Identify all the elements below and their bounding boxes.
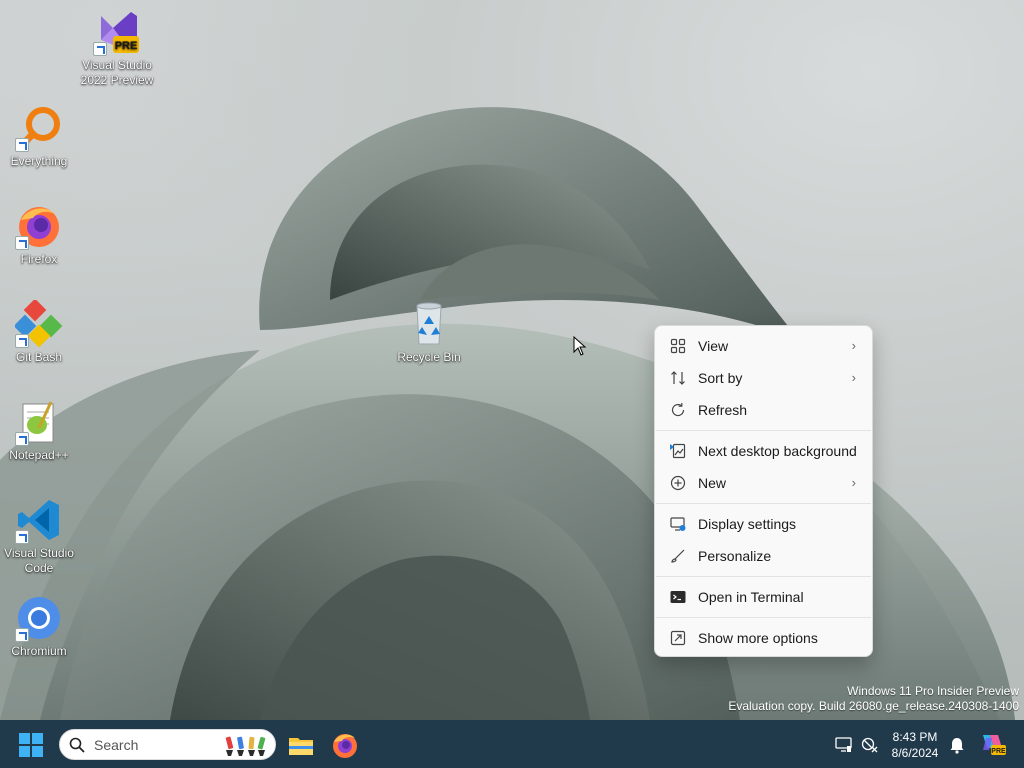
clock-time: 8:43 PM <box>892 730 938 744</box>
pre-badge-text: PRE <box>115 40 138 52</box>
display-settings-icon <box>669 516 687 532</box>
menu-item-label: Show more options <box>698 630 818 646</box>
search-placeholder: Search <box>94 737 139 753</box>
chevron-right-icon: › <box>851 338 856 353</box>
show-more-options-icon <box>669 630 687 646</box>
desktop-icon-label: Recycle Bin <box>397 350 461 364</box>
mouse-cursor-icon <box>573 336 587 356</box>
menu-item-view[interactable]: View › <box>655 330 872 362</box>
shortcut-arrow-icon <box>15 530 29 544</box>
desktop-icon-label: Git Bash <box>15 350 63 364</box>
menu-item-label: New <box>698 475 727 491</box>
taskbar-firefox[interactable] <box>331 731 359 759</box>
menu-separator <box>656 617 871 618</box>
menu-item-personalize[interactable]: Personalize <box>655 540 872 572</box>
menu-item-label: Open in Terminal <box>698 589 804 605</box>
shortcut-arrow-icon <box>15 628 29 642</box>
taskbar-clock[interactable]: 8:43 PM 8/6/2024 <box>884 729 946 761</box>
terminal-icon <box>669 589 687 605</box>
menu-item-label: Next desktop background <box>698 443 857 459</box>
desktop-icon-label: Visual Studio Code <box>4 546 74 575</box>
brush-icon <box>669 548 687 564</box>
search-highlight-paintbrushes-icon <box>225 736 266 756</box>
desktop-icon-recycle-bin[interactable]: Recycle Bin <box>390 300 468 365</box>
next-background-icon <box>669 443 687 459</box>
copilot-pre-icon[interactable]: PRE <box>980 732 1006 756</box>
menu-separator <box>656 503 871 504</box>
desktop-icon-label: Visual Studio 2022 Preview <box>80 58 154 87</box>
desktop-icon-notepad-plus-plus[interactable]: Notepad++ <box>0 398 78 463</box>
menu-separator <box>656 430 871 431</box>
file-explorer-icon <box>289 738 313 755</box>
windows-evaluation-watermark: Windows 11 Pro Insider Preview Evaluatio… <box>728 684 1019 714</box>
desktop-icon-label: Firefox <box>20 252 58 266</box>
watermark-line-edition: Windows 11 Pro Insider Preview <box>847 684 1019 698</box>
watermark-line-build: Evaluation copy. Build 26080.ge_release.… <box>728 699 1019 713</box>
menu-separator <box>656 576 871 577</box>
refresh-icon <box>669 402 687 418</box>
desktop-icon-git-bash[interactable]: Git Bash <box>0 298 78 365</box>
desktop-icon-label: Chromium <box>11 644 67 658</box>
plus-circle-icon <box>669 475 687 491</box>
recycle-bin-icon <box>416 302 442 345</box>
desktop-icon-visual-studio-code[interactable]: Visual Studio Code <box>0 496 78 576</box>
chevron-right-icon: › <box>851 475 856 490</box>
shortcut-arrow-icon <box>15 334 29 348</box>
desktop-context-menu: View › Sort by › Refresh Next desktop ba… <box>654 325 873 657</box>
grid-view-icon <box>669 338 687 354</box>
menu-item-show-more-options[interactable]: Show more options <box>655 622 872 654</box>
shortcut-arrow-icon <box>15 138 29 152</box>
shortcut-arrow-icon <box>93 42 107 56</box>
desktop-icon-chromium[interactable]: Chromium <box>0 594 78 659</box>
clock-date: 8/6/2024 <box>891 746 939 760</box>
sort-icon <box>669 370 687 386</box>
taskbar-search-box[interactable]: Search <box>59 729 276 760</box>
shortcut-arrow-icon <box>15 236 29 250</box>
menu-item-sort-by[interactable]: Sort by › <box>655 362 872 394</box>
menu-item-open-in-terminal[interactable]: Open in Terminal <box>655 581 872 613</box>
notification-bell-icon[interactable] <box>948 736 966 754</box>
menu-item-label: Display settings <box>698 516 797 532</box>
menu-item-label: Personalize <box>698 548 772 564</box>
menu-item-refresh[interactable]: Refresh <box>655 394 872 426</box>
no-network-icon[interactable] <box>861 736 879 754</box>
firefox-icon <box>333 734 357 758</box>
menu-item-next-desktop-background[interactable]: Next desktop background <box>655 435 872 467</box>
start-button[interactable] <box>18 732 44 758</box>
taskbar-file-explorer[interactable] <box>287 731 315 759</box>
search-icon <box>69 737 85 753</box>
chevron-right-icon: › <box>851 370 856 385</box>
menu-item-label: View <box>698 338 729 354</box>
desktop-icon-everything[interactable]: Everything <box>0 104 78 169</box>
menu-item-display-settings[interactable]: Display settings <box>655 508 872 540</box>
pre-badge-text: PRE <box>991 748 1006 755</box>
desktop-icon-visual-studio-2022-preview[interactable]: PRE Visual Studio 2022 Preview <box>78 8 156 88</box>
menu-item-label: Sort by <box>698 370 743 386</box>
desktop-icon-firefox[interactable]: Firefox <box>0 202 78 267</box>
menu-item-new[interactable]: New › <box>655 467 872 499</box>
start-icon <box>19 733 43 757</box>
shortcut-arrow-icon <box>15 432 29 446</box>
desktop-icon-label: Notepad++ <box>9 448 69 462</box>
display-tray-icon[interactable] <box>835 736 853 754</box>
desktop-icon-label: Everything <box>10 154 68 168</box>
menu-item-label: Refresh <box>698 402 748 418</box>
